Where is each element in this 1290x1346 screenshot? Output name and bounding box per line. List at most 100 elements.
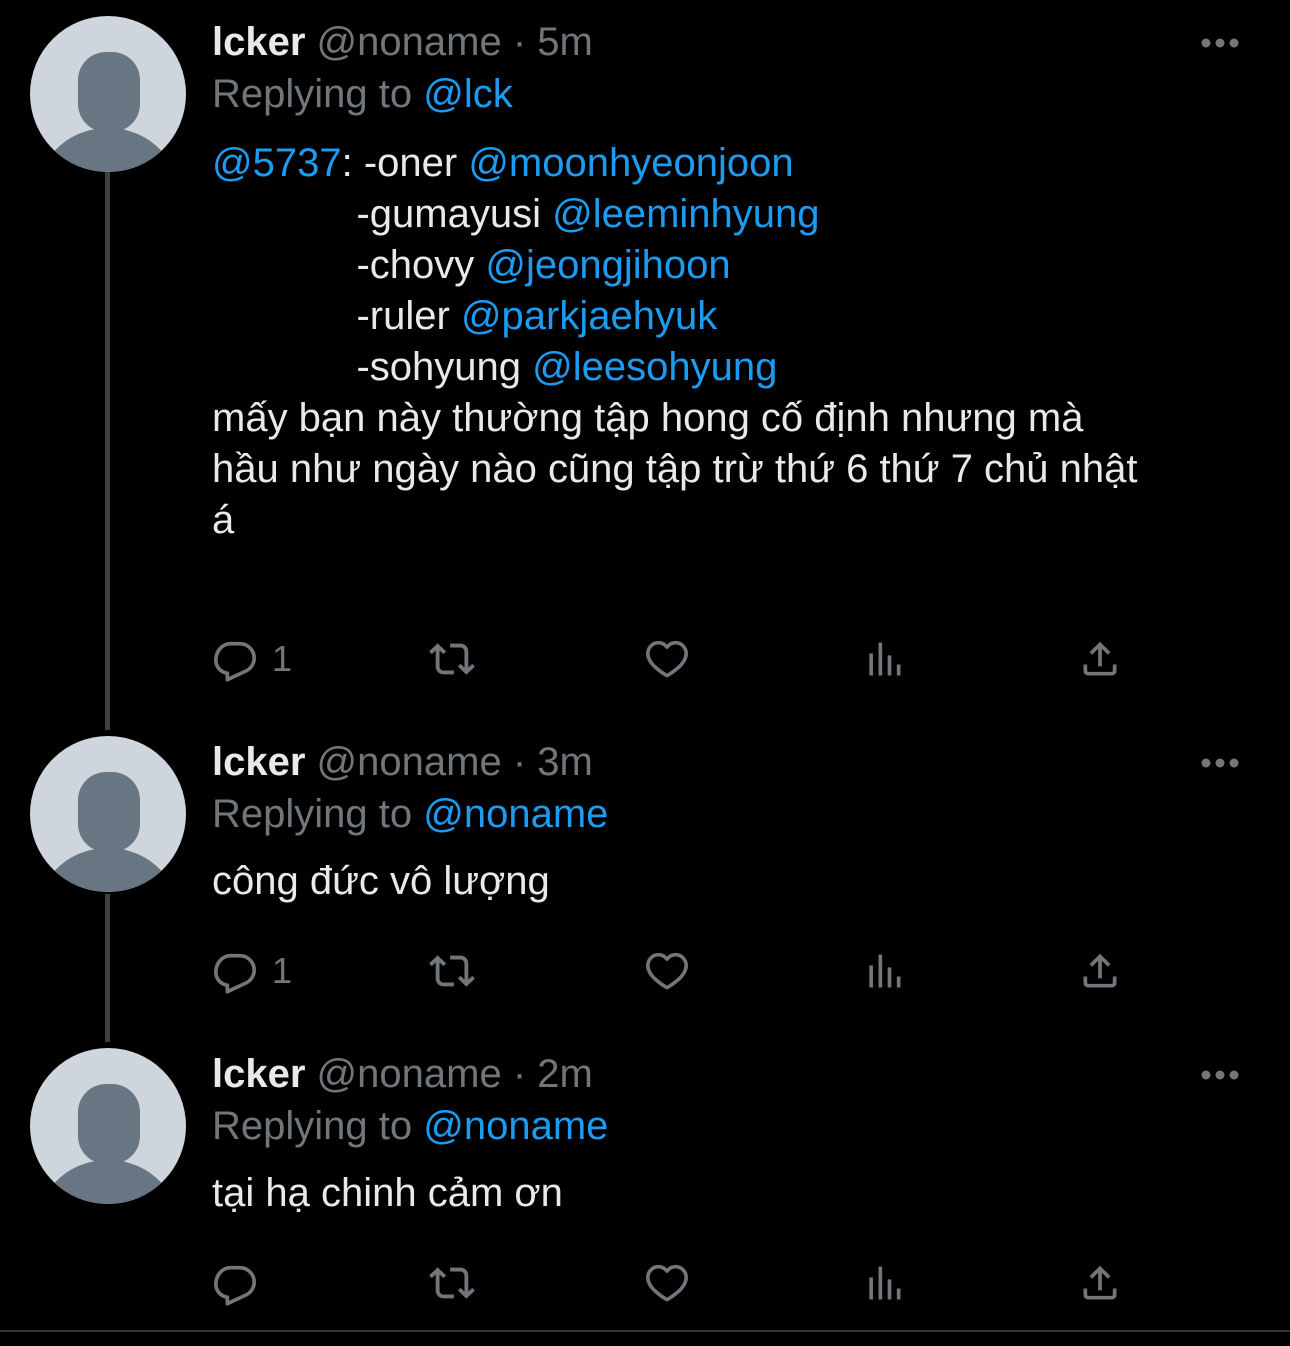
more-icon: [1201, 758, 1239, 768]
retweet-button[interactable]: [424, 1258, 480, 1308]
views-button[interactable]: [862, 634, 906, 684]
text-segment: hầu như ngày nào cũng tập trừ thứ 6 thứ …: [212, 447, 1138, 491]
text-segment: -ruler: [212, 294, 461, 338]
like-button[interactable]: [642, 946, 692, 996]
tweet-header: lcker @noname · 2m: [212, 1048, 1250, 1100]
tweet-text-line: -chovy @jeongjihoon: [212, 240, 1250, 291]
mention-link[interactable]: @leesohyung: [532, 345, 777, 389]
tweet-text-line: -ruler @parkjaehyuk: [212, 291, 1250, 342]
share-button[interactable]: [1078, 946, 1122, 996]
tweet-text-line: -sohyung @leesohyung: [212, 342, 1250, 393]
tweet-text-line: á: [212, 495, 1250, 546]
user-handle[interactable]: @noname: [317, 740, 502, 784]
heart-icon: [642, 1260, 692, 1306]
reply-icon: [212, 1260, 258, 1306]
mention-link[interactable]: @5737: [212, 141, 342, 185]
tweet-actions: [212, 1258, 1212, 1308]
reply-button[interactable]: 1: [212, 634, 292, 684]
tweet-text: công đức vô lượng: [212, 856, 1250, 907]
more-options-button[interactable]: [1200, 1068, 1240, 1080]
separator-dot: ·: [512, 20, 527, 64]
divider: [0, 1330, 1290, 1332]
replying-to: Replying to @lck: [212, 68, 1250, 120]
text-segment: -sohyung: [212, 345, 533, 389]
replying-to-mention[interactable]: @noname: [423, 1104, 608, 1148]
share-icon: [1078, 1260, 1122, 1306]
tweet[interactable]: lcker @noname · 2m Replying to @noname t…: [0, 1032, 1290, 1332]
heart-icon: [642, 948, 692, 994]
retweet-icon: [424, 948, 480, 994]
replying-to-mention[interactable]: @lck: [423, 72, 513, 116]
timestamp[interactable]: 3m: [537, 740, 593, 784]
share-button[interactable]: [1078, 634, 1122, 684]
reply-count: 1: [272, 950, 293, 991]
retweet-button[interactable]: [424, 946, 480, 996]
heart-icon: [642, 636, 692, 682]
views-icon: [862, 636, 906, 682]
replying-to-label: Replying to: [212, 72, 413, 116]
reply-count: 1: [272, 638, 293, 679]
replying-to-label: Replying to: [212, 1104, 413, 1148]
replying-to-label: Replying to: [212, 792, 413, 836]
reply-icon: [212, 636, 258, 682]
text-segment: công đức vô lượng: [212, 859, 550, 903]
like-button[interactable]: [642, 1258, 692, 1308]
avatar[interactable]: [30, 736, 186, 892]
mention-link[interactable]: @moonhyeonjoon: [468, 141, 793, 185]
more-icon: [1201, 38, 1239, 48]
retweet-button[interactable]: [424, 634, 480, 684]
retweet-icon: [424, 1260, 480, 1306]
tweet-text: @5737: -oner @moonhyeonjoon -gumayusi @l…: [212, 138, 1250, 546]
tweet[interactable]: lcker @noname · 3m Replying to @noname c…: [0, 720, 1290, 1040]
separator-dot: ·: [512, 740, 527, 784]
like-button[interactable]: [642, 634, 692, 684]
views-button[interactable]: [862, 946, 906, 996]
avatar[interactable]: [30, 16, 186, 172]
avatar[interactable]: [30, 1048, 186, 1204]
mention-link[interactable]: @jeongjihoon: [485, 243, 730, 287]
timestamp[interactable]: 5m: [537, 20, 593, 64]
text-segment: -gumayusi: [212, 192, 553, 236]
tweet-text: tại hạ chinh cảm ơn: [212, 1168, 1250, 1219]
default-profile-icon: [42, 52, 174, 172]
views-icon: [862, 948, 906, 994]
text-segment: mấy bạn này thường tập hong cố định nhưn…: [212, 396, 1084, 440]
timestamp[interactable]: 2m: [537, 1052, 593, 1096]
tweet-text-line: @5737: -oner @moonhyeonjoon: [212, 138, 1250, 189]
mention-link[interactable]: @parkjaehyuk: [461, 294, 717, 338]
separator-dot: ·: [512, 1052, 527, 1096]
tweet-actions: 1: [212, 946, 1212, 996]
retweet-icon: [424, 636, 480, 682]
share-button[interactable]: [1078, 1258, 1122, 1308]
replying-to: Replying to @noname: [212, 788, 1250, 840]
share-icon: [1078, 636, 1122, 682]
more-icon: [1201, 1070, 1239, 1080]
user-handle[interactable]: @noname: [317, 20, 502, 64]
tweet-header: lcker @noname · 3m: [212, 736, 1250, 788]
display-name[interactable]: lcker: [212, 740, 305, 784]
default-profile-icon: [42, 1084, 174, 1204]
reply-button[interactable]: 1: [212, 946, 292, 996]
display-name[interactable]: lcker: [212, 1052, 305, 1096]
user-handle[interactable]: @noname: [317, 1052, 502, 1096]
tweet-text-line: công đức vô lượng: [212, 856, 1250, 907]
tweet[interactable]: lcker @noname · 5m Replying to @lck @573…: [0, 0, 1290, 720]
display-name[interactable]: lcker: [212, 20, 305, 64]
views-button[interactable]: [862, 1258, 906, 1308]
tweet-header: lcker @noname · 5m: [212, 16, 1250, 68]
default-profile-icon: [42, 772, 174, 892]
text-segment: -chovy: [212, 243, 486, 287]
mention-link[interactable]: @leeminhyung: [552, 192, 819, 236]
more-options-button[interactable]: [1200, 36, 1240, 48]
tweet-text-line: -gumayusi @leeminhyung: [212, 189, 1250, 240]
replying-to: Replying to @noname: [212, 1100, 1250, 1152]
tweet-text-line: mấy bạn này thường tập hong cố định nhưn…: [212, 393, 1250, 444]
tweet-text-line: tại hạ chinh cảm ơn: [212, 1168, 1250, 1219]
views-icon: [862, 1260, 906, 1306]
more-options-button[interactable]: [1200, 756, 1240, 768]
text-segment: á: [212, 498, 235, 542]
reply-button[interactable]: [212, 1258, 272, 1308]
replying-to-mention[interactable]: @noname: [423, 792, 608, 836]
tweet-text-line: hầu như ngày nào cũng tập trừ thứ 6 thứ …: [212, 444, 1250, 495]
text-segment: : -oner: [341, 141, 469, 185]
